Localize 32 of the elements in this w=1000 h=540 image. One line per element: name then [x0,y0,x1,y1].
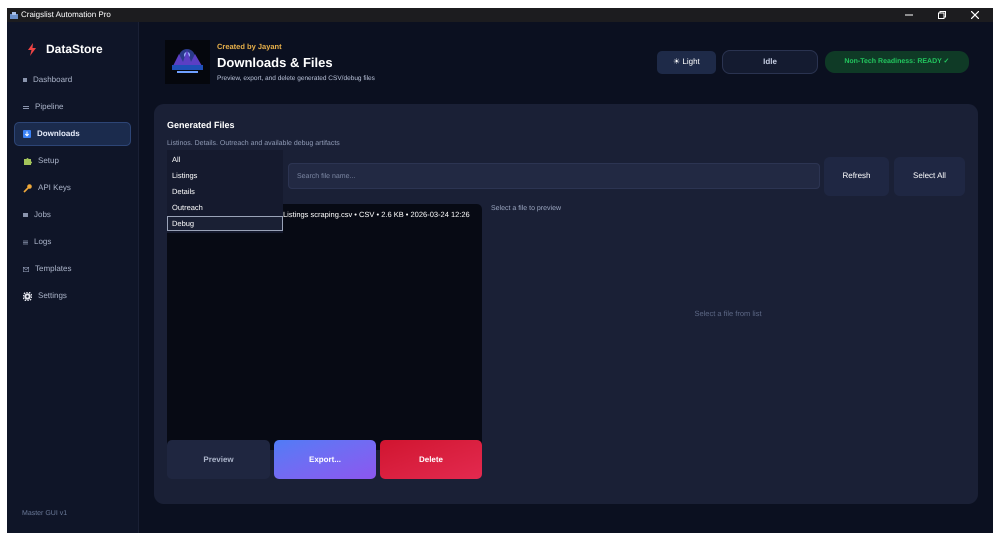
delete-button[interactable]: Delete [380,440,482,479]
page-title: Downloads & Files [217,54,334,72]
restore-button[interactable] [938,11,946,19]
sidebar-item[interactable]: API Keys [14,176,131,200]
square-icon [23,213,28,217]
envelope-icon [23,266,29,272]
toolbar-button[interactable]: Select All [894,156,965,196]
settings-icon [23,292,32,300]
sidebar-item[interactable]: Settings [14,284,131,308]
toolbar-button[interactable]: Refresh [824,156,889,196]
sidebar-item[interactable]: Dashboard [14,68,131,92]
preview-button[interactable]: Preview [167,440,270,479]
brand-title: DataStore [46,41,103,58]
puzzle-icon [23,156,32,166]
lightning-icon [28,42,36,56]
download-icon [23,130,31,138]
sidebar-item[interactable]: Logs [14,230,131,254]
sidebar-item[interactable]: Downloads [14,122,131,146]
export-button[interactable]: Export... [274,440,376,479]
window-title: Craigslist Automation Pro [21,9,111,21]
panel-title: Generated Files [167,119,236,132]
sidebar-item[interactable]: Setup [14,149,131,173]
lines-icon [23,240,28,244]
status-button[interactable]: Idle [722,50,818,74]
close-button[interactable] [971,11,979,19]
theme-toggle-button[interactable]: ☀ Light [657,50,716,74]
sidebar-item[interactable]: Templates [14,257,131,281]
sidebar-item[interactable]: Jobs [14,203,131,227]
key-icon [23,184,32,192]
app-icon [10,12,18,18]
logo-icon [165,40,210,84]
sidebar-item[interactable]: Pipeline [14,95,131,119]
